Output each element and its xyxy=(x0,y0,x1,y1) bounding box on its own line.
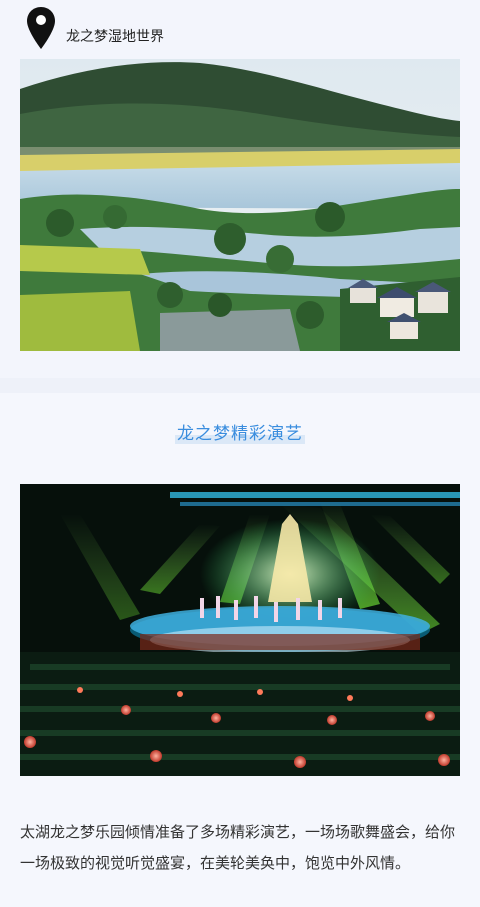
location-card: 龙之梦湿地世界 xyxy=(0,0,480,378)
location-header: 龙之梦湿地世界 xyxy=(26,6,164,50)
section-title-text: 龙之梦精彩演艺 xyxy=(175,424,305,444)
show-section: 龙之梦精彩演艺 太湖龙之梦乐园倾情准备了多场精彩演艺，一场场歌舞盛会，给你一场极… xyxy=(0,393,480,907)
description-paragraph: 太湖龙之梦乐园倾情准备了多场精彩演艺，一场场歌舞盛会，给你一场极致的视觉听觉盛宴… xyxy=(20,823,456,872)
map-pin-icon xyxy=(27,7,55,49)
stage-performance-photo xyxy=(20,484,460,776)
section-title: 龙之梦精彩演艺 xyxy=(0,419,480,444)
wetland-aerial-photo xyxy=(20,59,460,351)
location-name: 龙之梦湿地世界 xyxy=(66,29,164,45)
